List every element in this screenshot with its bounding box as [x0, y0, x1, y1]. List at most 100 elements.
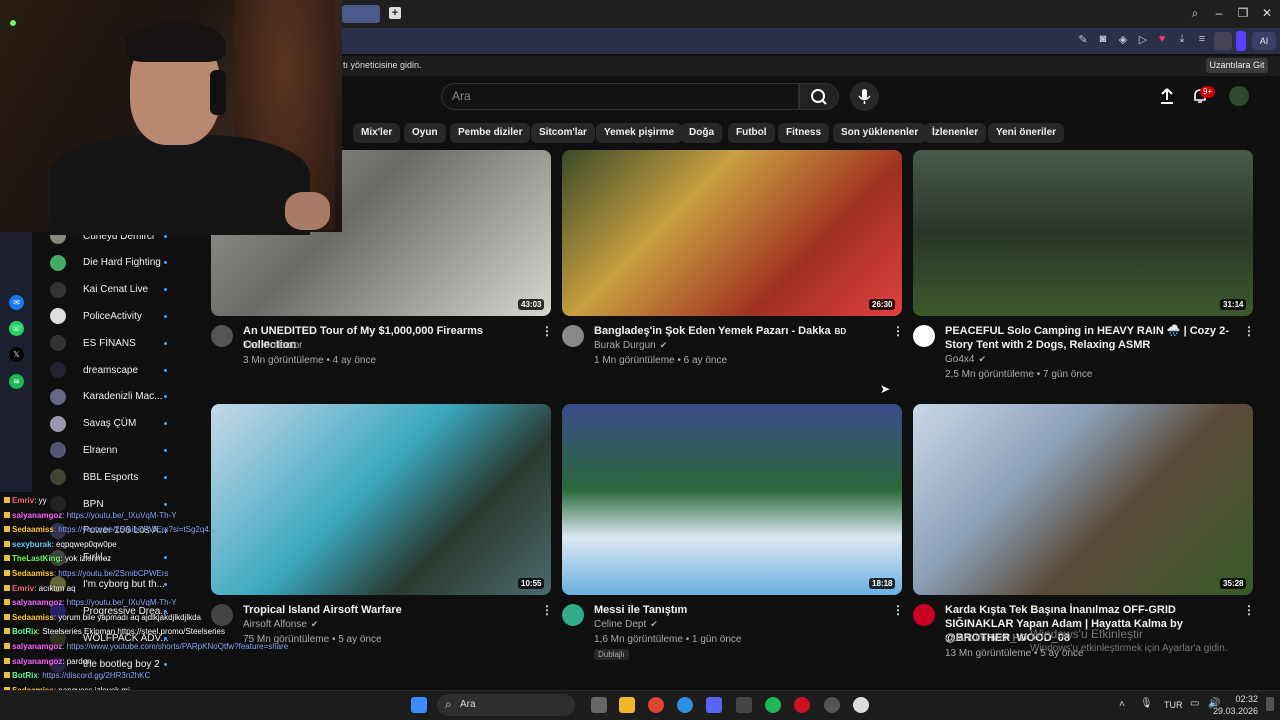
opera-icon[interactable]: [794, 697, 810, 713]
chip-10[interactable]: Yeni öneriler: [988, 123, 1065, 143]
video-title[interactable]: Bangladeş'in Şok Eden Yemek Pazarı - Dak…: [594, 324, 889, 339]
chip-9[interactable]: İzlenenler: [924, 123, 987, 143]
more-options-icon[interactable]: ⋮: [892, 324, 904, 338]
sidebar-item[interactable]: Die Hard Fighting: [50, 251, 200, 275]
ai-button[interactable]: AI: [1252, 32, 1276, 50]
channel-name[interactable]: Burak Durgun ✔: [594, 340, 667, 351]
chat-badge-icon: [4, 584, 10, 591]
windows-start-icon[interactable]: [411, 697, 427, 713]
camera-icon[interactable]: ◙: [1096, 33, 1110, 45]
more-options-icon[interactable]: ⋮: [541, 324, 553, 338]
browser-tab[interactable]: [342, 5, 380, 23]
chip-6[interactable]: Futbol: [728, 123, 775, 143]
channel-avatar[interactable]: [562, 604, 584, 626]
search-icon[interactable]: ⌕: [1186, 6, 1204, 21]
plus-icon[interactable]: +: [389, 7, 401, 19]
avatar[interactable]: [1229, 86, 1249, 106]
video-thumbnail[interactable]: [562, 150, 902, 316]
sidebar-item[interactable]: Elraenn: [50, 438, 200, 462]
avatar: [50, 308, 66, 325]
edge-icon[interactable]: [677, 697, 693, 713]
channel-name[interactable]: The Collector: [243, 340, 302, 351]
channel-avatar[interactable]: [562, 325, 584, 347]
chat-message: salyanamgoz: https://www.youtube.com/sho…: [4, 642, 288, 651]
notifications-icon[interactable]: [1266, 697, 1274, 711]
sidebar-item[interactable]: Karadenizli Mac...: [50, 385, 200, 409]
x-icon[interactable]: 𝕏: [9, 347, 24, 362]
messenger-icon[interactable]: ✉: [9, 295, 24, 310]
sidebar-item[interactable]: PoliceActivity: [50, 304, 200, 328]
video-title[interactable]: PEACEFUL Solo Camping in HEAVY RAIN 🌧️ |…: [945, 324, 1240, 352]
search-button[interactable]: [799, 83, 839, 110]
clock-date[interactable]: 29.03.2026: [1208, 706, 1258, 716]
channel-avatar[interactable]: [211, 325, 233, 347]
chat-message: TheLastKing: yok izlenmez: [4, 554, 111, 563]
chat-badge-icon: [4, 511, 10, 518]
spotify-icon[interactable]: ≋: [9, 374, 24, 389]
menu-icon[interactable]: ≡: [1195, 33, 1209, 45]
microphone-icon[interactable]: 🎙: [1140, 698, 1153, 709]
chrome-icon[interactable]: [648, 697, 664, 713]
folder-icon[interactable]: [619, 697, 635, 713]
clock-time[interactable]: 02:32: [1218, 694, 1258, 704]
more-options-icon[interactable]: ⋮: [1243, 324, 1255, 338]
play-icon[interactable]: ▷: [1136, 33, 1150, 46]
profile-avatar[interactable]: [1214, 32, 1232, 50]
video-thumbnail[interactable]: [913, 150, 1253, 316]
chip-0[interactable]: Mix'ler: [353, 123, 401, 143]
microphone-button[interactable]: [850, 82, 879, 111]
sidebar-item[interactable]: BBL Esports: [50, 465, 200, 489]
network-icon[interactable]: ▭: [1190, 698, 1199, 709]
task-view-icon[interactable]: [591, 697, 607, 713]
chip-2[interactable]: Pembe diziler: [450, 123, 531, 143]
video-thumbnail[interactable]: [562, 404, 902, 595]
channel-avatar[interactable]: [913, 604, 935, 626]
obs-icon[interactable]: [853, 697, 869, 713]
sidebar-toggle[interactable]: [1236, 31, 1246, 51]
download-icon[interactable]: ⤓: [1175, 33, 1189, 46]
channel-name[interactable]: Go4x4 ✔: [945, 354, 986, 365]
video-thumbnail[interactable]: [913, 404, 1253, 595]
more-options-icon[interactable]: ⋮: [892, 603, 904, 617]
more-options-icon[interactable]: ⋮: [541, 603, 553, 617]
discord-icon[interactable]: [706, 697, 722, 713]
chip-4[interactable]: Yemek pişirme: [596, 123, 683, 143]
minimize-icon[interactable]: –: [1210, 6, 1228, 20]
chip-1[interactable]: Oyun: [404, 123, 446, 143]
chat-username: TheLastKing: [12, 554, 61, 564]
sidebar-item[interactable]: dreamscape: [50, 358, 200, 382]
whatsapp-icon[interactable]: ☏: [9, 321, 24, 336]
taskbar-search[interactable]: [437, 694, 575, 716]
edit-icon[interactable]: ✎: [1076, 33, 1090, 46]
video-title[interactable]: Messi ile Tanıştım: [594, 603, 889, 617]
sidebar-item[interactable]: ES FİNANS: [50, 331, 200, 355]
channel-name[interactable]: Celine Dept ✔: [594, 619, 658, 630]
app-icon[interactable]: [824, 697, 840, 713]
extensions-button[interactable]: Uzantılara Git: [1206, 58, 1268, 73]
chat-badge-icon: [4, 497, 10, 503]
close-icon[interactable]: ✕: [1258, 6, 1276, 20]
chip-7[interactable]: Fitness: [778, 123, 830, 143]
upload-icon[interactable]: [1158, 87, 1176, 110]
shield-icon[interactable]: ◈: [1116, 33, 1130, 46]
maximize-icon[interactable]: ❐: [1234, 6, 1252, 20]
chip-8[interactable]: Son yüklenenler: [833, 123, 927, 143]
sidebar-item[interactable]: Savaş ÇÜM: [50, 412, 200, 436]
chip-3[interactable]: Sitcom'lar: [531, 123, 595, 143]
chat-badge-icon: [4, 628, 10, 635]
live-dot: [164, 341, 167, 345]
app-icon[interactable]: [736, 697, 752, 713]
channel-name[interactable]: Quantum Tech HD ✔: [945, 633, 1039, 644]
language-indicator[interactable]: TUR: [1164, 700, 1183, 710]
chevron-up-icon[interactable]: ˄: [1119, 699, 1125, 710]
channel-avatar[interactable]: [913, 325, 935, 347]
sidebar-item[interactable]: Kai Cenat Live: [50, 278, 200, 302]
spotify-icon[interactable]: [765, 697, 781, 713]
chip-5[interactable]: Doğa: [681, 123, 722, 143]
search-input[interactable]: [441, 83, 799, 110]
chat-badge-icon: [4, 526, 10, 533]
heart-icon[interactable]: ♥: [1155, 33, 1169, 45]
sidebar-item-label: Elraenn: [83, 444, 118, 456]
chat-username: salyanamgoz: [12, 656, 63, 666]
more-options-icon[interactable]: ⋮: [1243, 603, 1255, 617]
